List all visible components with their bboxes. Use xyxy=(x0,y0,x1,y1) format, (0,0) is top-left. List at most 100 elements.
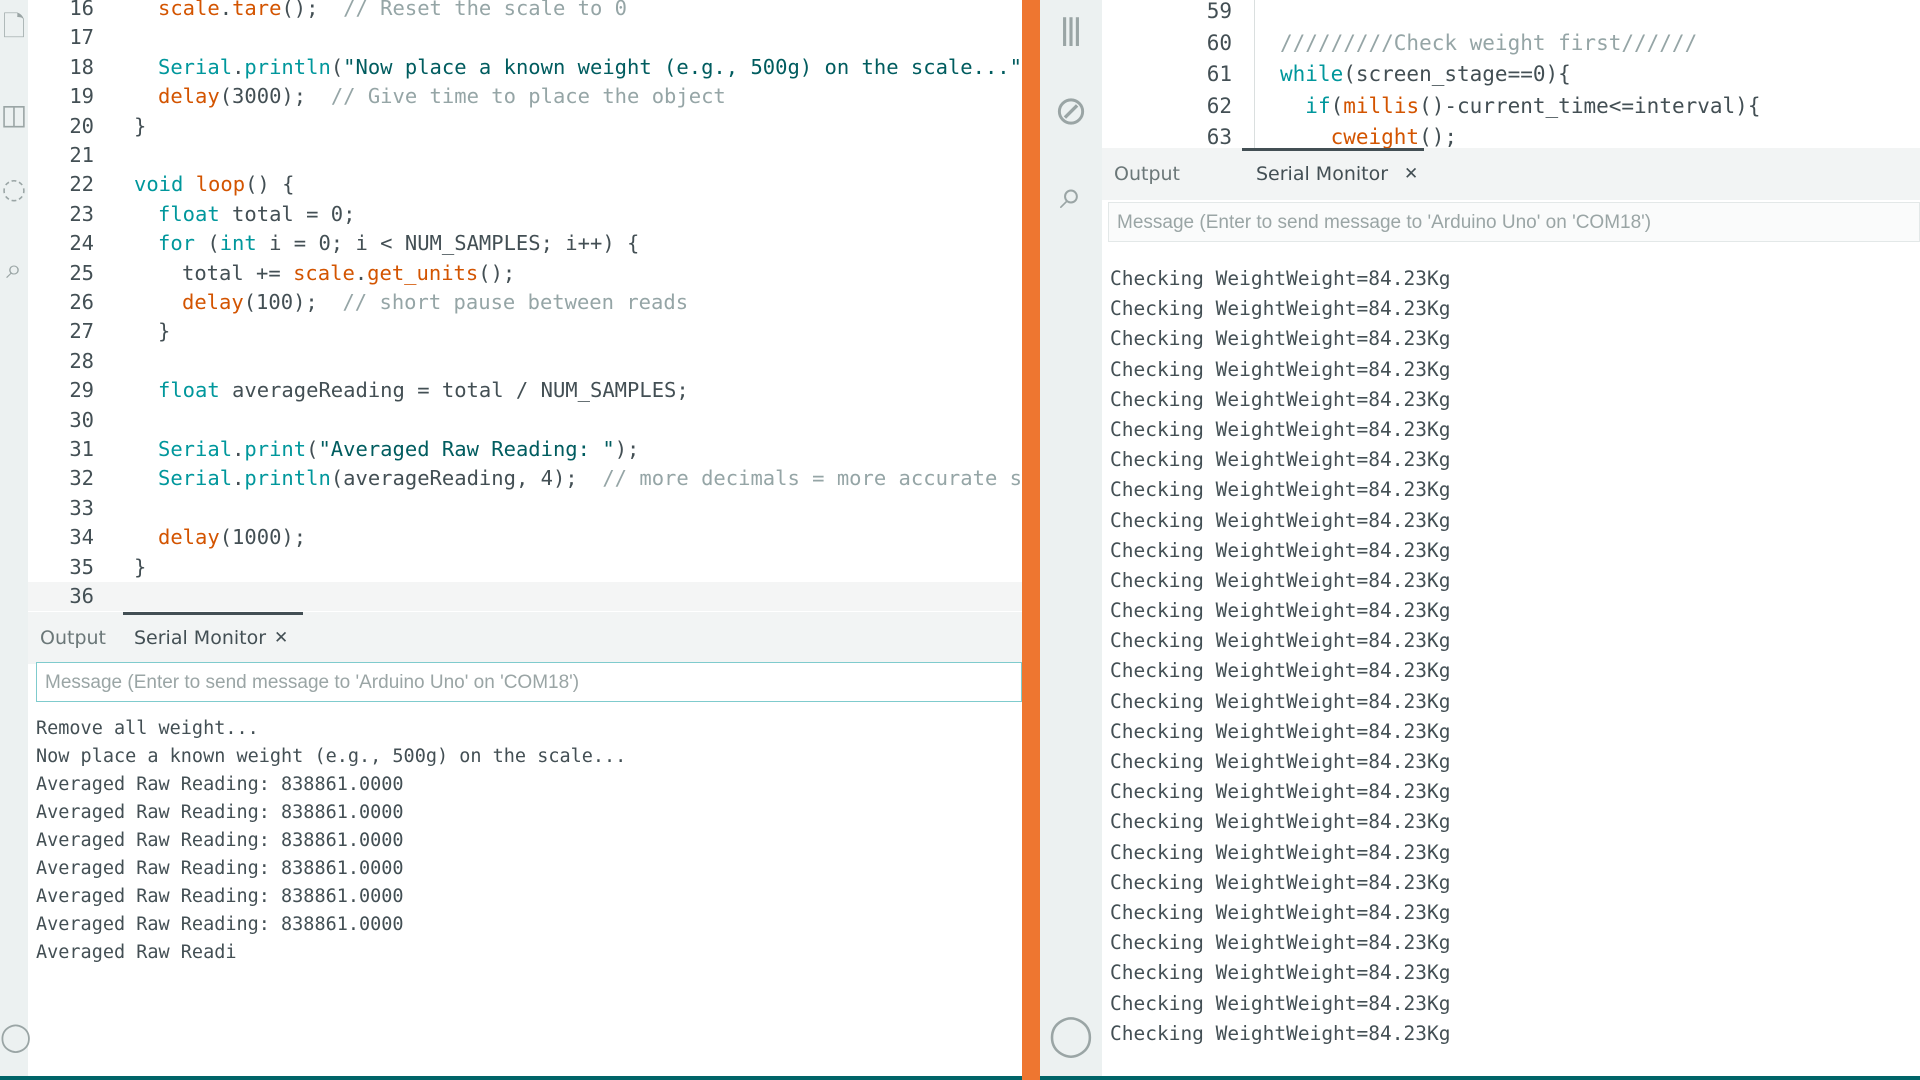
code-line[interactable]: 30 xyxy=(28,406,1022,435)
serial-line: Checking WeightWeight=84.23Kg xyxy=(1110,508,1451,532)
serial-line: Checking WeightWeight=84.23Kg xyxy=(1110,387,1451,411)
line-number: 24 xyxy=(69,231,94,256)
line-number: 32 xyxy=(69,466,94,491)
account-icon[interactable]: ◯ xyxy=(1040,1012,1102,1058)
serial-line: Checking WeightWeight=84.23Kg xyxy=(1110,840,1451,864)
code-line[interactable]: 16 scale.tare(); // Reset the scale to 0 xyxy=(28,0,1022,23)
search-icon[interactable]: ⌕ xyxy=(1040,172,1102,218)
serial-line: Checking WeightWeight=84.23Kg xyxy=(1110,448,1451,472)
code-line[interactable]: 25 total += scale.get_units(); xyxy=(28,259,1022,288)
code-line[interactable]: 35} xyxy=(28,553,1022,582)
code-text: for (int i = 0; i < NUM_SAMPLES; i++) { xyxy=(158,231,640,256)
serial-line: Checking WeightWeight=84.23Kg xyxy=(1110,750,1451,773)
code-text: void loop() { xyxy=(134,172,295,197)
code-text: Serial.println("Now place a known weight… xyxy=(158,54,1022,79)
tab-output[interactable]: Output xyxy=(40,612,106,664)
code-line[interactable]: 33 xyxy=(28,494,1022,523)
account-icon[interactable]: ◯ xyxy=(0,1020,31,1053)
serial-line: Averaged Raw Readi xyxy=(36,942,237,963)
code-line[interactable]: 32 Serial.println(averageReading, 4); // … xyxy=(28,464,1022,493)
code-line[interactable]: 27} xyxy=(28,317,1022,346)
code-line[interactable]: 34 delay(1000); xyxy=(28,523,1022,552)
code-line[interactable]: 26 delay(100); // short pause between rea… xyxy=(28,288,1022,317)
bottom-panel-tabs: Output Serial Monitor ✕ xyxy=(28,612,1022,664)
serial-line: Checking WeightWeight=84.23Kg xyxy=(1110,267,1451,290)
code-line[interactable]: 62 if(millis()-current_time<=interval){ xyxy=(1102,90,1920,122)
serial-line: Now place a known weight (e.g., 500g) on… xyxy=(36,746,627,767)
close-icon[interactable]: ✕ xyxy=(274,612,288,664)
debug-icon[interactable]: ◌ xyxy=(0,172,28,205)
serial-line: Checking WeightWeight=84.23Kg xyxy=(1110,1021,1451,1045)
tab-serial-monitor[interactable]: Serial Monitor xyxy=(134,612,266,664)
serial-line: Checking WeightWeight=84.23Kg xyxy=(1110,689,1451,713)
file-icon[interactable]: 🗋 xyxy=(0,6,28,54)
line-number: 22 xyxy=(69,172,94,197)
code-line[interactable]: 18 Serial.println("Now place a known weig… xyxy=(28,53,1022,82)
line-number: 20 xyxy=(69,113,94,138)
code-text: Serial.println(averageReading, 4); // mo… xyxy=(158,466,1022,491)
code-line[interactable]: 24 for (int i = 0; i < NUM_SAMPLES; i++) … xyxy=(28,229,1022,258)
serial-line: Averaged Raw Reading: 838861.0000 xyxy=(36,774,404,795)
left-activity-bar: 🗋 ◫ ◌ ⌕ ◯ xyxy=(0,0,31,1076)
code-editor[interactable]: 16 scale.tare(); // Reset the scale to 01… xyxy=(28,0,1022,612)
code-line[interactable]: 28 xyxy=(28,347,1022,376)
line-number: 28 xyxy=(69,348,94,373)
code-line[interactable]: 20} xyxy=(28,112,1022,141)
serial-line: Checking WeightWeight=84.23Kg xyxy=(1110,327,1451,351)
serial-line: Checking WeightWeight=84.23Kg xyxy=(1110,870,1451,894)
line-number: 25 xyxy=(69,260,94,285)
code-text: delay(3000); // Give time to place the o… xyxy=(158,84,726,109)
line-number: 18 xyxy=(69,54,94,79)
code-line[interactable]: 61 while(screen_stage==0){ xyxy=(1102,58,1920,90)
code-line[interactable]: 17 xyxy=(28,23,1022,52)
serial-line: Checking WeightWeight=84.23Kg xyxy=(1110,991,1451,1015)
code-text: scale.tare(); // Reset the scale to 0 xyxy=(158,0,628,20)
line-number: 59 xyxy=(1206,0,1232,23)
library-icon[interactable]: 𝍫 xyxy=(1040,4,1102,72)
code-text: delay(1000); xyxy=(158,525,307,550)
code-line[interactable]: 63 cweight(); xyxy=(1102,121,1920,148)
serial-monitor-output: Checking WeightWeight=84.23Kg Checking We… xyxy=(1110,264,1450,1049)
serial-message-input[interactable]: Message (Enter to send message to 'Ardui… xyxy=(1108,202,1920,242)
status-bar xyxy=(0,1076,1022,1080)
code-line[interactable]: 59 xyxy=(1102,0,1920,27)
line-number: 30 xyxy=(69,407,94,432)
code-line[interactable]: 19 delay(3000); // Give time to place the… xyxy=(28,82,1022,111)
line-number: 19 xyxy=(69,84,94,109)
code-line[interactable]: 60 /////////Check weight first////// xyxy=(1102,27,1920,59)
code-line[interactable]: 31 Serial.print("Averaged Raw Reading: ")… xyxy=(28,435,1022,464)
code-text: while(screen_stage==0){ xyxy=(1280,62,1571,87)
tab-output[interactable]: Output xyxy=(1114,148,1180,200)
line-number: 16 xyxy=(69,0,94,20)
code-text: } xyxy=(134,554,147,579)
line-number: 35 xyxy=(69,554,94,579)
serial-message-input[interactable]: Message (Enter to send message to 'Ardui… xyxy=(36,662,1022,702)
serial-line: Checking WeightWeight=84.23Kg xyxy=(1110,810,1451,834)
code-text: if(millis()-current_time<=interval){ xyxy=(1305,93,1761,118)
code-editor[interactable]: 59 60 /////////Check weight first////// 61 w… xyxy=(1102,0,1920,148)
line-number: 29 xyxy=(69,378,94,403)
code-line[interactable]: 22 void loop() { xyxy=(28,170,1022,199)
line-number: 23 xyxy=(69,201,94,226)
code-text: } xyxy=(134,113,147,138)
search-icon[interactable]: ⌕ xyxy=(0,252,28,286)
board-icon[interactable]: ◫ xyxy=(0,98,28,131)
serial-line: Checking WeightWeight=84.23Kg xyxy=(1110,538,1451,562)
code-text: /////////Check weight first////// xyxy=(1280,30,1698,55)
code-line[interactable]: 23 float total = 0; xyxy=(28,200,1022,229)
line-number: 27 xyxy=(69,319,94,344)
code-line[interactable]: 21 xyxy=(28,141,1022,170)
serial-line: Checking WeightWeight=84.23Kg xyxy=(1110,719,1451,743)
code-line[interactable]: 29 float averageReading = total / NUM_SAM… xyxy=(28,376,1022,405)
code-line[interactable]: 36 xyxy=(28,582,1022,611)
serial-line: Remove all weight... xyxy=(36,718,259,739)
serial-line: Checking WeightWeight=84.23Kg xyxy=(1110,417,1451,441)
close-icon[interactable]: ✕ xyxy=(1404,148,1418,200)
debug-icon[interactable]: ⊘ xyxy=(1040,88,1102,134)
line-number: 60 xyxy=(1206,30,1232,55)
tab-serial-monitor[interactable]: Serial Monitor xyxy=(1256,148,1388,200)
code-text: float averageReading = total / NUM_SAMPL… xyxy=(158,378,689,403)
right-activity-bar: 𝍫 ⊘ ⌕ ◯ xyxy=(1040,0,1102,1076)
serial-line: Averaged Raw Reading: 838861.0000 xyxy=(36,858,404,879)
serial-line: Checking WeightWeight=84.23Kg xyxy=(1110,568,1451,592)
